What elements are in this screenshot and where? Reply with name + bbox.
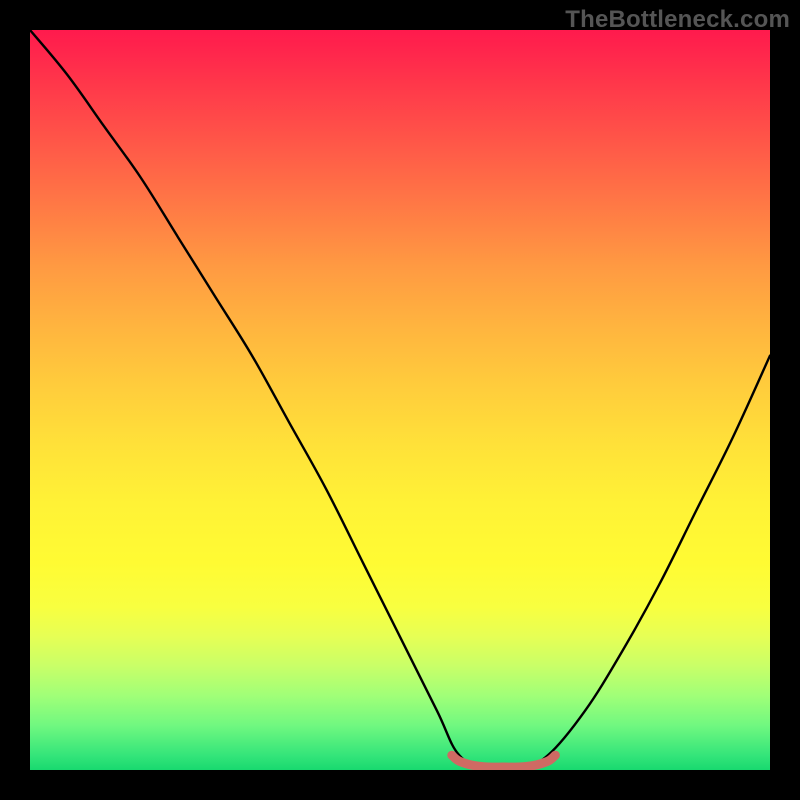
optimal-range-marker (30, 30, 770, 770)
plot-area (30, 30, 770, 770)
watermark-text: TheBottleneck.com (565, 6, 790, 34)
chart-frame: TheBottleneck.com (0, 0, 800, 800)
